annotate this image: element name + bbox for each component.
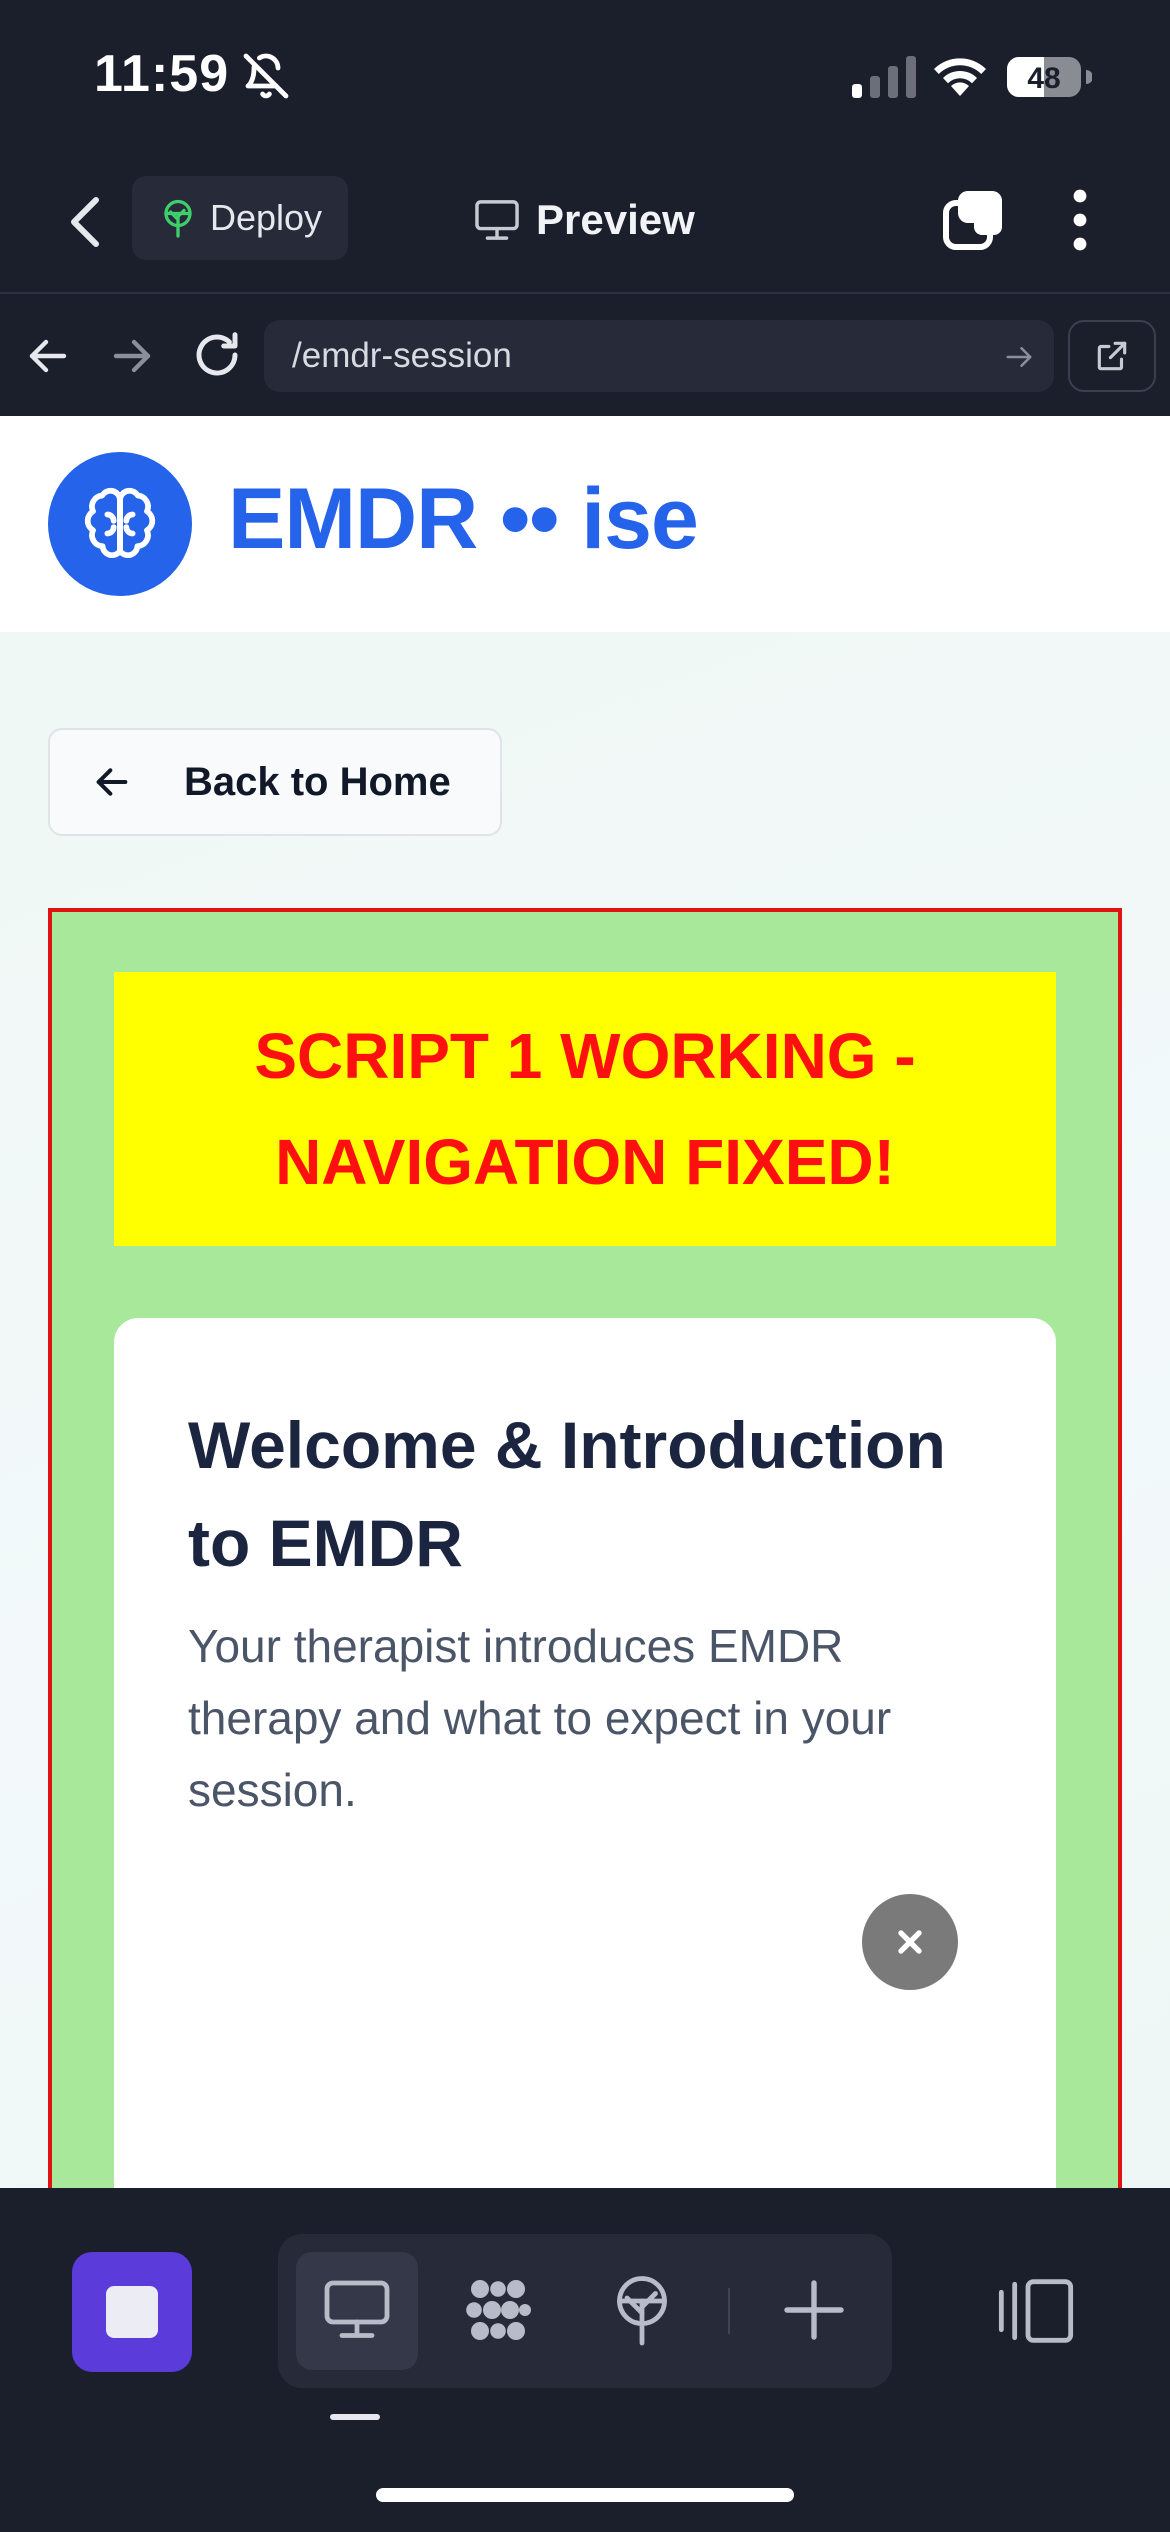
more-vertical-icon[interactable] (1062, 188, 1098, 252)
web-preview: EMDR •• ise Back to Home SCRIPT 1 WORKIN… (0, 416, 1170, 2188)
card-description: Your therapist introduces EMDR therapy a… (188, 1620, 892, 1816)
wifi-icon (934, 58, 986, 96)
dots-grid-icon[interactable] (462, 2274, 534, 2346)
card-title: Welcome & Introduction to EMDR (188, 1408, 946, 1580)
layout-panel-icon[interactable] (996, 2276, 1076, 2346)
stop-button[interactable] (72, 2252, 192, 2372)
back-to-home-label: Back to Home (184, 759, 451, 804)
arrow-left-icon (96, 768, 128, 796)
url-field[interactable]: /emdr-session (264, 320, 1054, 392)
deploy-tree-icon (164, 199, 192, 238)
close-button[interactable] (862, 1894, 958, 1990)
site-header: EMDR •• ise (0, 416, 1170, 632)
deploy-label: Deploy (210, 197, 323, 238)
home-indicator[interactable] (376, 2488, 794, 2502)
view-switcher (278, 2234, 892, 2388)
site-title[interactable]: EMDR •• ise (228, 470, 699, 569)
back-chevron-icon[interactable] (62, 192, 110, 252)
status-time: 11:59 (94, 45, 230, 103)
app-header: Deploy Preview (0, 150, 1170, 294)
cellular-signal-icon (852, 56, 916, 98)
stop-icon (106, 2286, 158, 2338)
url-text: /emdr-session (292, 336, 512, 375)
toolbar-divider (728, 2288, 730, 2334)
open-external-icon (1097, 341, 1127, 371)
monitor-icon (324, 2280, 390, 2338)
status-bar: 11:59 48 (0, 0, 1170, 150)
plus-icon[interactable] (778, 2274, 850, 2346)
bottom-toolbar (0, 2188, 1170, 2532)
brain-icon (84, 487, 156, 559)
arrow-left-icon[interactable] (24, 332, 72, 380)
session-card: Welcome & Introduction to EMDR Your ther… (114, 1318, 1056, 2188)
preview-title[interactable]: Preview (474, 190, 695, 250)
battery-level: 48 (1027, 62, 1060, 95)
debug-container: SCRIPT 1 WORKING - NAVIGATION FIXED! Wel… (48, 908, 1122, 2188)
go-arrow-icon[interactable] (1004, 342, 1034, 372)
bell-slash-icon (243, 53, 289, 99)
selected-tab-indicator (330, 2414, 380, 2420)
arrow-right-icon[interactable] (108, 332, 156, 380)
back-to-home-button[interactable]: Back to Home (48, 728, 502, 836)
deploy-button[interactable]: Deploy (132, 176, 348, 260)
battery-icon: 48 (1007, 57, 1092, 97)
logo[interactable] (48, 452, 192, 596)
preview-label: Preview (536, 196, 695, 243)
reload-icon[interactable] (190, 328, 244, 382)
deploy-tree-icon[interactable] (606, 2274, 678, 2346)
tabs-icon[interactable] (942, 188, 1006, 252)
open-external-button[interactable] (1068, 320, 1156, 392)
debug-banner: SCRIPT 1 WORKING - NAVIGATION FIXED! (114, 972, 1056, 1246)
monitor-icon (475, 200, 519, 240)
close-icon (898, 1930, 922, 1954)
browser-bar: /emdr-session (0, 296, 1170, 416)
